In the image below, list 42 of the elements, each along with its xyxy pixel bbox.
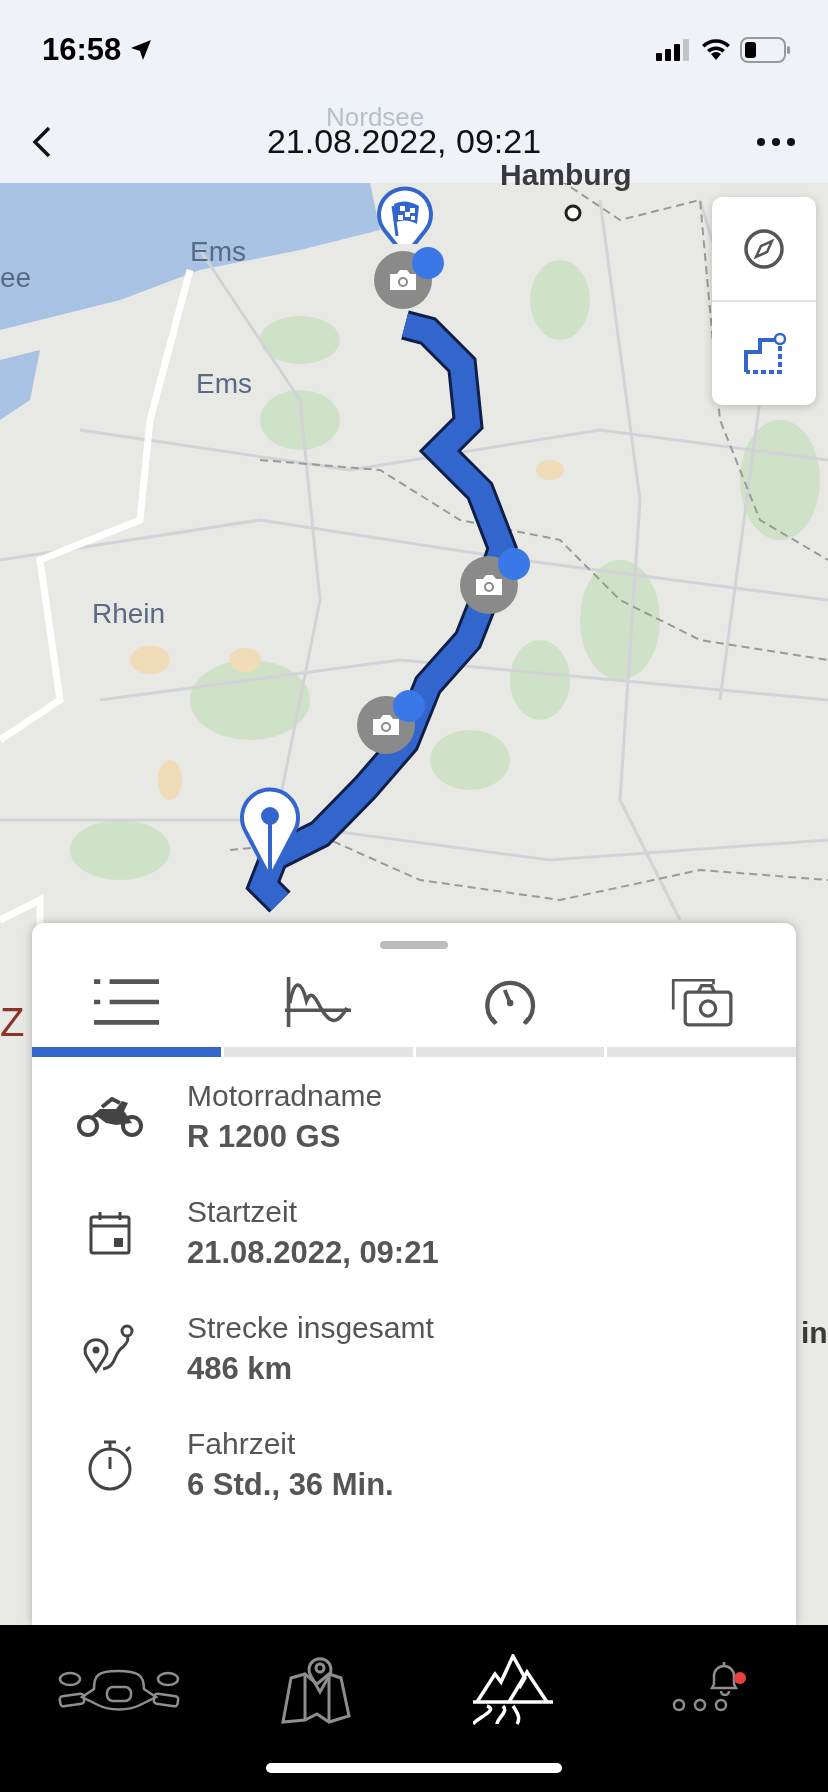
- status-time: 16:58: [42, 32, 122, 68]
- more-dots-icon: [756, 136, 796, 147]
- finish-flag-pin-icon[interactable]: [375, 186, 435, 244]
- detail-label: Startzeit: [187, 1195, 299, 1229]
- detail-value: R 1200 GS: [187, 1119, 342, 1155]
- sheet-tab[interactable]: [607, 977, 796, 1057]
- map-label: Rhein: [92, 600, 166, 628]
- notification-bell-icon: [709, 1660, 740, 1696]
- map-label: Z: [0, 1002, 25, 1042]
- detail-label: Motorradname: [187, 1079, 383, 1113]
- motorcycle-icon: [75, 1097, 144, 1137]
- route-outline-icon: [742, 331, 786, 376]
- map-label: Hamburg: [500, 160, 632, 190]
- map-label: Ems: [190, 238, 246, 266]
- detail-value: 6 Std., 36 Min.: [187, 1467, 394, 1503]
- city-marker-icon: [563, 203, 583, 223]
- map-pin-icon: [280, 1656, 351, 1724]
- list-icon: [93, 977, 160, 1027]
- battery-icon: [740, 37, 792, 63]
- photo-gallery-icon: [670, 977, 734, 1027]
- location-arrow-icon: [129, 38, 154, 62]
- waypoint-dot-icon: [392, 689, 426, 723]
- sheet-tab[interactable]: [32, 977, 221, 1057]
- map-label: Ems: [196, 370, 252, 398]
- waypoint-dot-icon: [497, 547, 531, 581]
- compass-icon: [743, 227, 785, 270]
- elevation-chart-icon: [284, 977, 352, 1027]
- sheet-tab[interactable]: [223, 977, 413, 1057]
- wifi-icon: [700, 38, 732, 62]
- waypoint-dot-icon: [411, 246, 445, 280]
- mountains-road-icon: [472, 1654, 553, 1726]
- map-label: ee: [0, 264, 32, 292]
- calendar-icon: [87, 1210, 132, 1256]
- detail-value: 21.08.2022, 09:21: [187, 1235, 439, 1271]
- detail-label: Fahrzeit: [187, 1427, 297, 1461]
- map-label: in: [801, 1318, 828, 1348]
- more-dots-icon: [671, 1696, 728, 1714]
- signal-icon: [656, 39, 692, 61]
- detail-label: Strecke insgesamt: [187, 1311, 434, 1345]
- detail-value: 486 km: [187, 1351, 294, 1387]
- drag-handle[interactable]: [380, 941, 448, 949]
- back-chevron-icon: [32, 125, 52, 158]
